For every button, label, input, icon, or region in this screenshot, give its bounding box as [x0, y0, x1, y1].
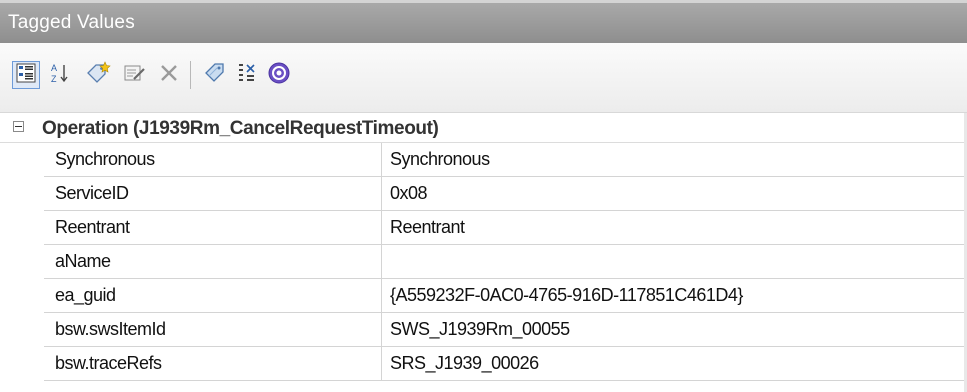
row-gutter [0, 279, 44, 313]
delete-tag-button[interactable] [155, 61, 183, 89]
row-gutter [0, 245, 44, 279]
svg-text:A: A [51, 63, 57, 73]
property-row[interactable]: Synchronous Synchronous [0, 143, 967, 177]
property-value[interactable]: Synchronous [382, 143, 967, 177]
row-gutter [0, 347, 44, 381]
help-button[interactable] [265, 61, 293, 89]
property-value[interactable]: SWS_J1939Rm_00055 [382, 313, 967, 347]
property-name[interactable]: aName [44, 245, 382, 279]
row-gutter [0, 143, 44, 177]
tree-expand-icon [238, 62, 258, 89]
category-label: Operation (J1939Rm_CancelRequestTimeout) [42, 118, 439, 139]
svg-text:Z: Z [51, 74, 57, 84]
panel-title: Tagged Values [8, 12, 135, 33]
row-gutter [0, 211, 44, 245]
property-name[interactable]: Reentrant [44, 211, 382, 245]
property-row[interactable]: aName [0, 245, 967, 279]
categorized-view-button[interactable] [12, 61, 40, 89]
property-name[interactable]: Synchronous [44, 143, 382, 177]
category-row[interactable]: Operation (J1939Rm_CancelRequestTimeout) [0, 113, 967, 143]
property-value[interactable]: Reentrant [382, 211, 967, 245]
property-value[interactable]: 0x08 [382, 177, 967, 211]
property-value[interactable]: {A559232F-0AC0-4765-916D-117851C461D4} [382, 279, 967, 313]
property-name[interactable]: ea_guid [44, 279, 382, 313]
alphabetical-sort-button[interactable]: A Z [46, 61, 74, 89]
collapse-icon[interactable] [13, 121, 24, 132]
property-value[interactable] [382, 245, 967, 279]
expand-collapse-button[interactable] [234, 61, 262, 89]
tagged-values-window: Tagged Values A Z Operation (J1939Rm_Can… [0, 0, 967, 392]
property-rows: Synchronous Synchronous ServiceID 0x08 R… [0, 143, 967, 381]
property-name[interactable]: bsw.swsItemId [44, 313, 382, 347]
property-row[interactable]: ServiceID 0x08 [0, 177, 967, 211]
edit-note-icon [123, 62, 147, 89]
categorized-grid-icon [16, 63, 36, 88]
property-name[interactable]: bsw.traceRefs [44, 347, 382, 381]
tag-filter-button[interactable] [201, 61, 229, 89]
property-row[interactable]: bsw.swsItemId SWS_J1939Rm_00055 [0, 313, 967, 347]
property-value[interactable]: SRS_J1939_00026 [382, 347, 967, 381]
property-row[interactable]: bsw.traceRefs SRS_J1939_00026 [0, 347, 967, 381]
new-tag-button[interactable] [84, 60, 112, 90]
property-row[interactable]: ea_guid {A559232F-0AC0-4765-916D-117851C… [0, 279, 967, 313]
tag-icon [204, 62, 226, 89]
new-tag-icon [85, 60, 111, 90]
edit-note-button[interactable] [121, 61, 149, 89]
sort-az-icon: A Z [50, 62, 70, 89]
help-icon [268, 62, 290, 89]
property-name[interactable]: ServiceID [44, 177, 382, 211]
row-gutter [0, 177, 44, 211]
toolbar-separator [190, 61, 191, 89]
row-gutter [0, 313, 44, 347]
toolbar: A Z [0, 43, 967, 113]
panel-titlebar[interactable]: Tagged Values [0, 0, 967, 43]
property-row[interactable]: Reentrant Reentrant [0, 211, 967, 245]
delete-icon [159, 63, 179, 88]
